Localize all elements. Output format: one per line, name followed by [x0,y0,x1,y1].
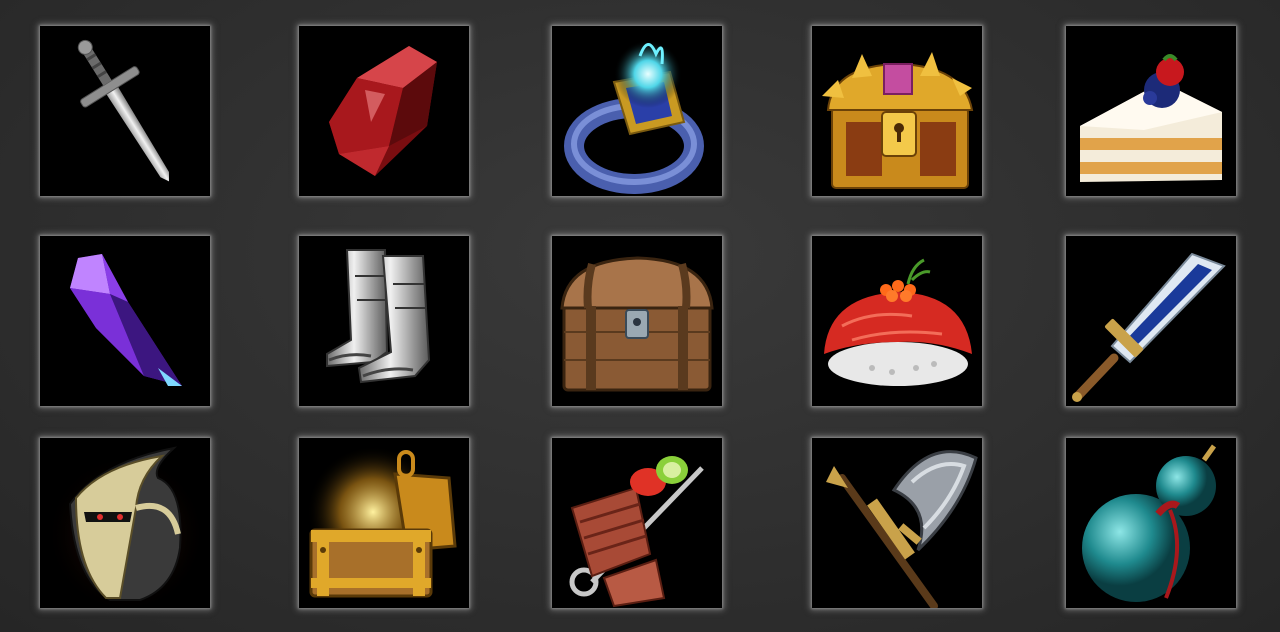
inventory-slot-battle-axe[interactable] [812,438,982,608]
sword-icon [77,39,169,182]
inventory-slot-gourd-flask[interactable] [1066,438,1236,608]
greatsword-icon [1072,252,1226,402]
inventory-slot-armored-boots[interactable] [299,236,469,406]
inventory-slot-meat-skewer[interactable] [552,438,722,608]
inventory-slot-red-crystal[interactable] [299,26,469,196]
inventory-slot-golden-chest[interactable] [812,26,982,196]
cake-slice-icon [1080,54,1222,182]
inventory-slot-purple-crystal[interactable] [40,236,210,406]
wooden-chest-icon [560,256,714,392]
inventory-slot-sword[interactable] [40,26,210,196]
inventory-slot-wooden-chest[interactable] [552,236,722,406]
inventory-slot-open-chest[interactable] [299,438,469,608]
helmet-icon [46,446,206,608]
inventory-slot-knight-helmet[interactable] [40,438,210,608]
inventory-slot-salmon-nigiri[interactable] [812,236,982,406]
magic-ring-icon [564,40,704,194]
inventory-slot-magic-ring[interactable] [552,26,722,196]
inventory-slot-greatsword[interactable] [1066,236,1236,406]
inventory-grid [0,0,1280,632]
meat-skewer-icon [569,456,704,608]
purple-crystal-icon [70,254,182,386]
gourd-icon [1082,444,1217,602]
inventory-slot-cake-slice[interactable] [1066,26,1236,196]
golden-chest-icon [822,52,974,189]
sushi-icon [824,258,972,386]
red-crystal-icon [329,46,437,176]
battle-axe-icon [826,450,978,608]
armored-boots-icon [326,249,431,384]
open-chest-icon [307,446,457,598]
